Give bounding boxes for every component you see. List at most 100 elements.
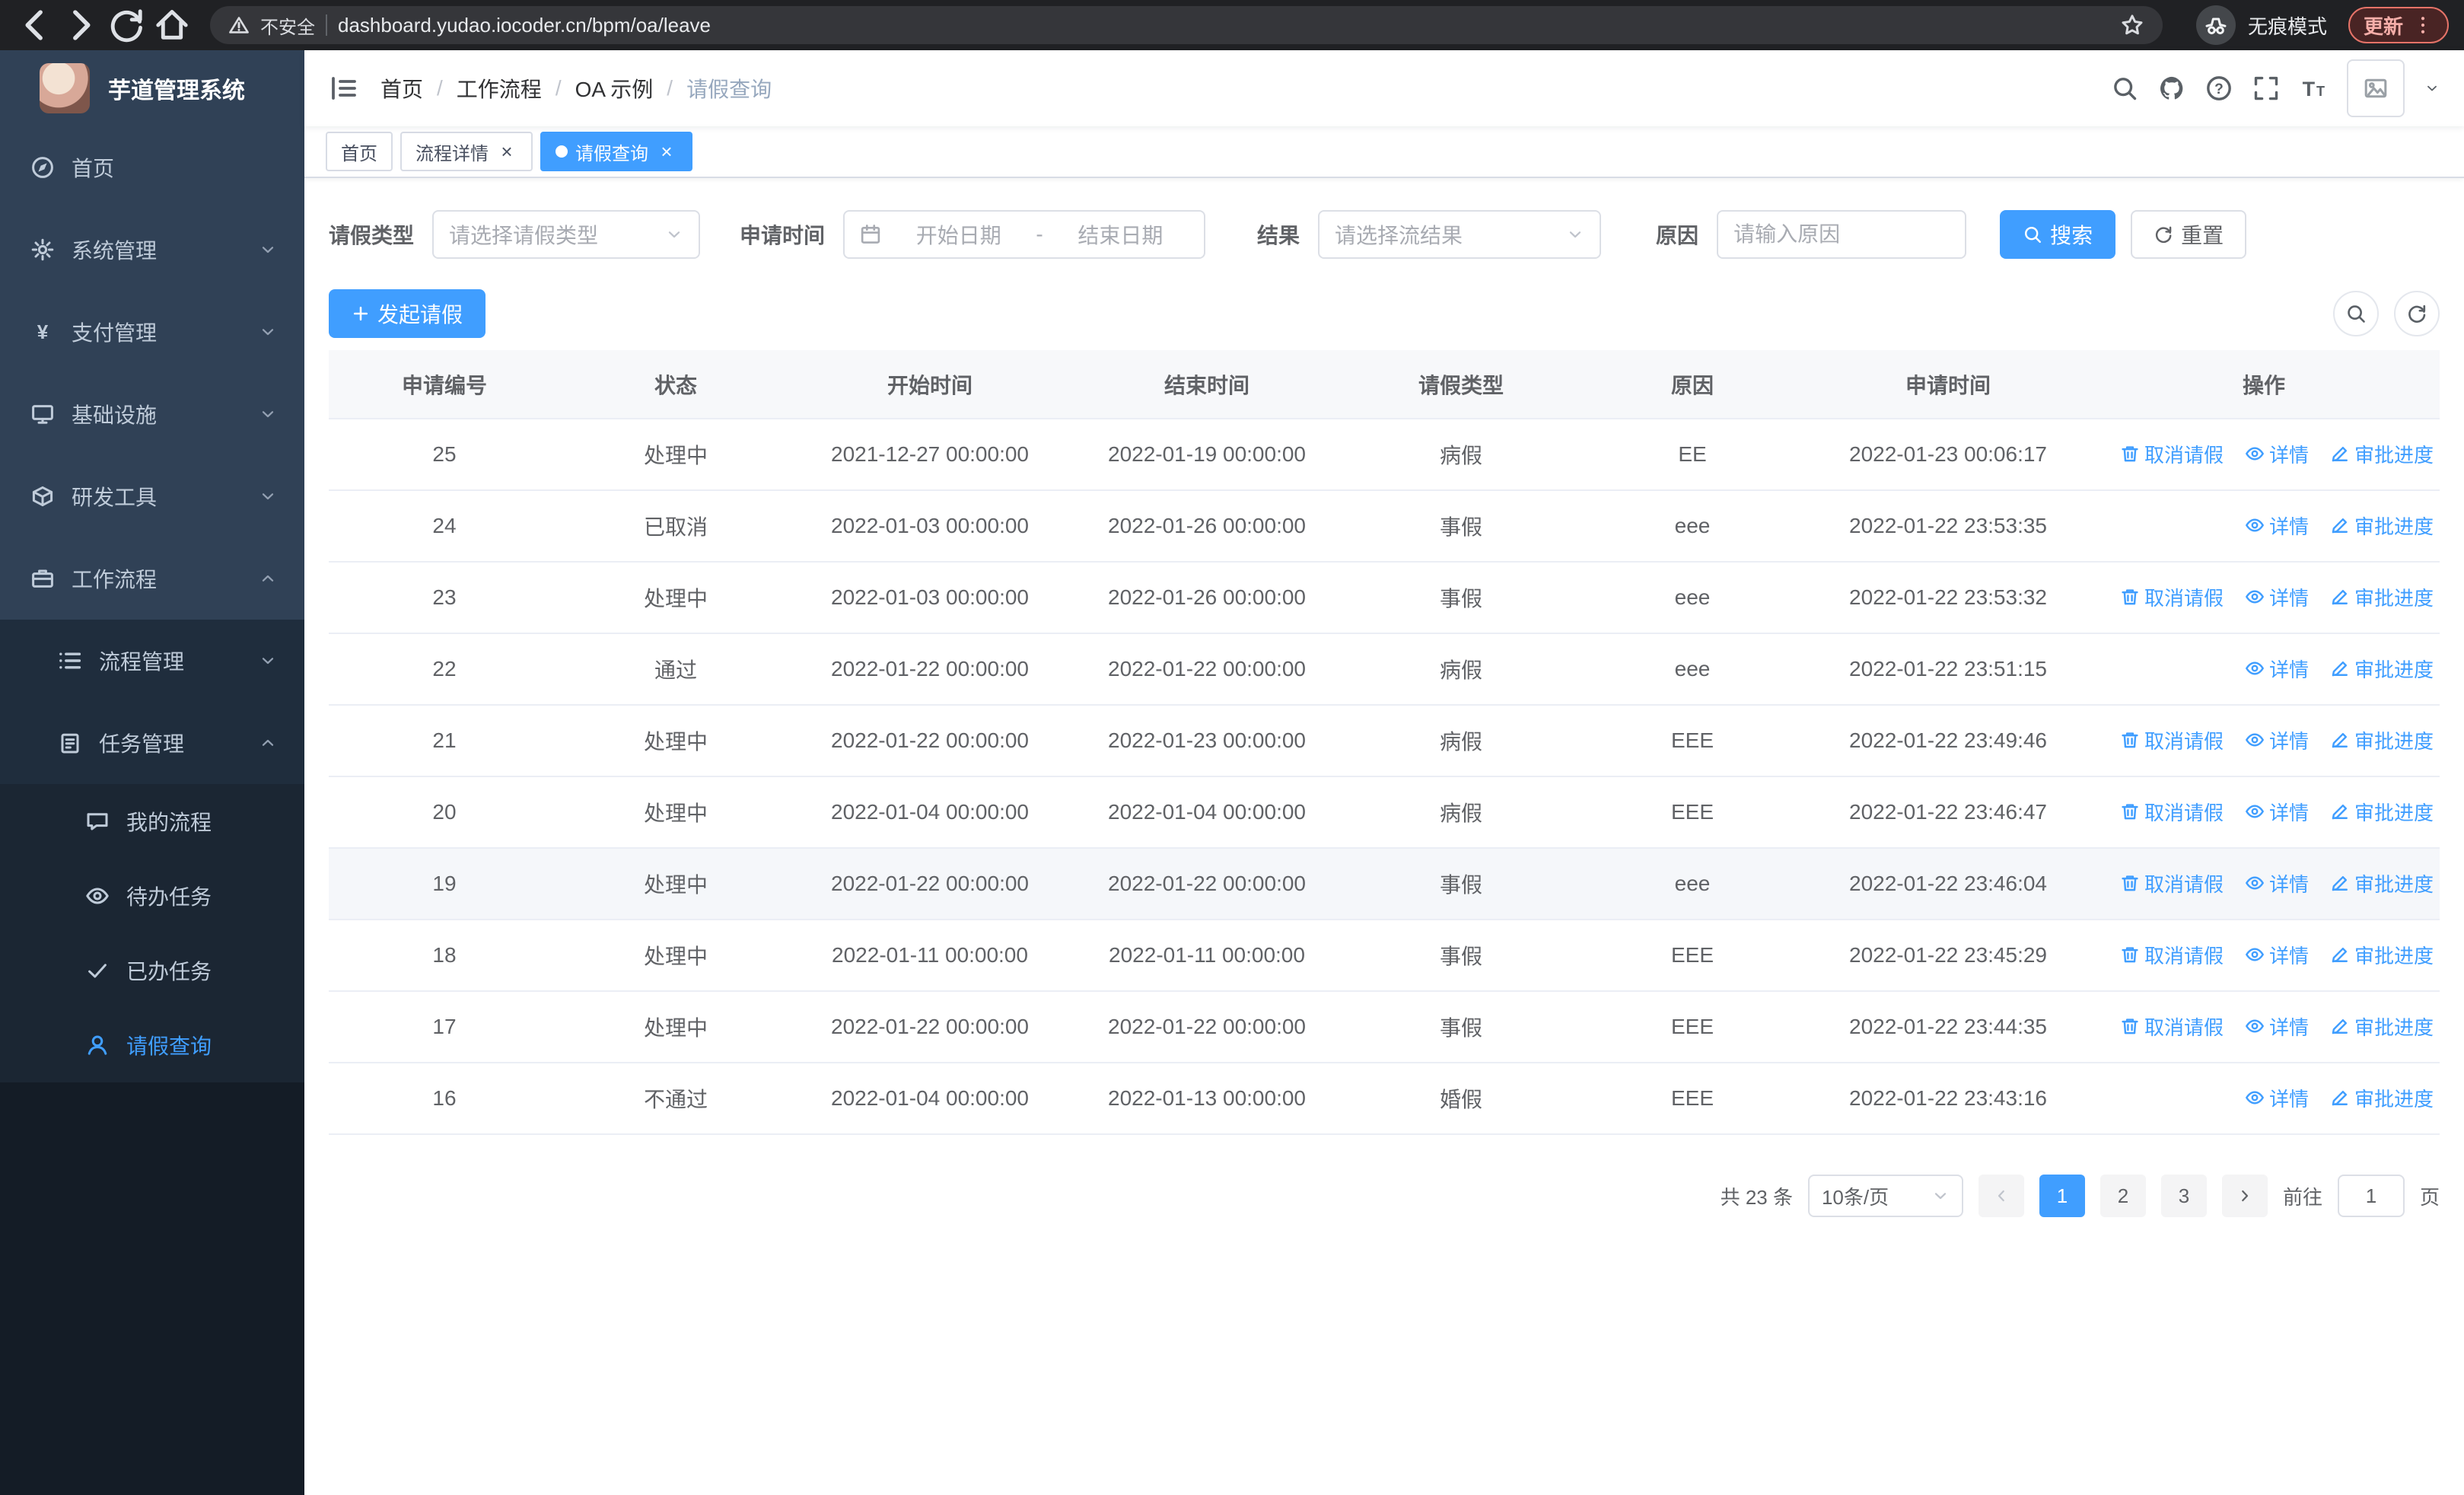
- sidebar-item-label: 系统管理: [72, 239, 158, 263]
- bookmark-star-icon[interactable]: [2120, 13, 2144, 37]
- result-select[interactable]: 请选择流结果: [1318, 210, 1602, 259]
- action-progress-link[interactable]: 审批进度: [2330, 1012, 2434, 1041]
- action-progress-link[interactable]: 审批进度: [2330, 583, 2434, 611]
- action-label: 审批进度: [2354, 872, 2434, 896]
- action-progress-link[interactable]: 审批进度: [2330, 798, 2434, 826]
- close-icon[interactable]: ×: [496, 141, 517, 162]
- action-detail-link[interactable]: 详情: [2245, 583, 2309, 611]
- trash-icon: [2120, 945, 2140, 964]
- browser-forward-button[interactable]: [61, 5, 100, 45]
- sidebar-toggle-button[interactable]: [329, 73, 359, 104]
- action-detail-link[interactable]: 详情: [2245, 1084, 2309, 1112]
- sidebar-item-dev-tools[interactable]: 研发工具: [0, 455, 304, 537]
- breadcrumb-item[interactable]: 首页: [380, 73, 423, 104]
- cell-id: 16: [329, 1063, 560, 1135]
- action-detail-link[interactable]: 详情: [2245, 512, 2309, 540]
- action-label: 详情: [2268, 729, 2309, 753]
- cell-reason: EE: [1577, 419, 1808, 491]
- action-cancel-link[interactable]: 取消请假: [2120, 583, 2224, 611]
- action-progress-link[interactable]: 审批进度: [2330, 1084, 2434, 1112]
- search-button[interactable]: 搜索: [2000, 210, 2116, 259]
- action-cancel-link[interactable]: 取消请假: [2120, 869, 2224, 897]
- sidebar-item-task-mgmt[interactable]: 任务管理: [0, 702, 304, 784]
- app-logo[interactable]: 芋道管理系统: [0, 50, 304, 126]
- action-detail-link[interactable]: 详情: [2245, 726, 2309, 754]
- end-date-input[interactable]: 结束日期: [1052, 219, 1189, 250]
- breadcrumb-item: 请假查询: [686, 78, 772, 101]
- action-cancel-link[interactable]: 取消请假: [2120, 440, 2224, 468]
- cell-start-time: 2022-01-22 00:00:00: [791, 633, 1068, 706]
- apply-time-range-picker[interactable]: 开始日期 - 结束日期: [843, 210, 1206, 259]
- browser-reload-button[interactable]: [107, 5, 146, 45]
- next-page-button[interactable]: [2221, 1175, 2268, 1217]
- sidebar-item-todo-task[interactable]: 待办任务: [0, 859, 304, 933]
- tab-leave-query[interactable]: 请假查询 ×: [540, 132, 692, 171]
- leave-type-select[interactable]: 请选择请假类型: [432, 210, 701, 259]
- sidebar-item-workflow[interactable]: 工作流程: [0, 537, 304, 620]
- action-progress-link[interactable]: 审批进度: [2330, 512, 2434, 540]
- refresh-table-button[interactable]: [2394, 291, 2440, 336]
- start-date-input[interactable]: 开始日期: [890, 219, 1027, 250]
- sidebar-item-leave-query[interactable]: 请假查询: [0, 1008, 304, 1082]
- action-cancel-link[interactable]: 取消请假: [2120, 798, 2224, 826]
- action-progress-link[interactable]: 审批进度: [2330, 726, 2434, 754]
- action-cancel-link[interactable]: 取消请假: [2120, 1012, 2224, 1041]
- page-button-2[interactable]: 2: [2099, 1175, 2146, 1217]
- action-detail-link[interactable]: 详情: [2245, 1012, 2309, 1041]
- chevron-down-icon: [259, 652, 277, 670]
- reset-button[interactable]: 重置: [2131, 210, 2247, 259]
- page-size-select[interactable]: 10条/页: [1807, 1175, 1963, 1217]
- action-detail-link[interactable]: 详情: [2245, 869, 2309, 897]
- search-icon[interactable]: [2111, 75, 2138, 102]
- action-label: 审批进度: [2354, 658, 2434, 681]
- action-detail-link[interactable]: 详情: [2245, 798, 2309, 826]
- sidebar-item-my-process[interactable]: 我的流程: [0, 784, 304, 859]
- action-detail-link[interactable]: 详情: [2245, 941, 2309, 969]
- tab-process-detail[interactable]: 流程详情 ×: [400, 132, 533, 171]
- address-bar[interactable]: 不安全 dashboard.yudao.iocoder.cn/bpm/oa/le…: [210, 6, 2163, 44]
- goto-page-input[interactable]: [2337, 1175, 2405, 1217]
- browser-update-button[interactable]: 更新: [2348, 7, 2449, 43]
- url-text: dashboard.yudao.iocoder.cn/bpm/oa/leave: [338, 13, 712, 37]
- page-button-1[interactable]: 1: [2039, 1175, 2085, 1217]
- close-icon[interactable]: ×: [656, 141, 677, 162]
- briefcase-icon: [30, 566, 55, 591]
- cell-start-time: 2021-12-27 00:00:00: [791, 419, 1068, 491]
- sidebar-item-home[interactable]: 首页: [0, 126, 304, 209]
- action-detail-link[interactable]: 详情: [2245, 655, 2309, 683]
- browser-home-button[interactable]: [152, 5, 192, 45]
- leave-type-label: 请假类型: [329, 224, 415, 247]
- font-size-icon[interactable]: TT: [2300, 75, 2327, 102]
- apply-time-label: 申请时间: [740, 224, 826, 247]
- tab-home[interactable]: 首页: [326, 132, 393, 171]
- sidebar-item-process-mgmt[interactable]: 流程管理: [0, 620, 304, 702]
- page-button-3[interactable]: 3: [2160, 1175, 2207, 1217]
- create-leave-button[interactable]: 发起请假: [329, 289, 486, 338]
- browser-back-button[interactable]: [15, 5, 55, 45]
- chevron-up-icon: [259, 569, 277, 588]
- table-row: 25 处理中 2021-12-27 00:00:00 2022-01-19 00:00…: [329, 419, 2440, 491]
- action-label: 取消请假: [2144, 801, 2224, 824]
- action-progress-link[interactable]: 审批进度: [2330, 440, 2434, 468]
- sidebar-item-done-task[interactable]: 已办任务: [0, 933, 304, 1008]
- github-icon[interactable]: [2158, 75, 2185, 102]
- sidebar-item-label: 支付管理: [72, 321, 158, 345]
- prev-page-button[interactable]: [1978, 1175, 2024, 1217]
- reason-input[interactable]: [1717, 210, 1967, 259]
- cell-actions: 取消请假 详情 审批进度: [2088, 776, 2440, 849]
- action-progress-link[interactable]: 审批进度: [2330, 869, 2434, 897]
- fullscreen-icon[interactable]: [2252, 75, 2280, 102]
- breadcrumb-item[interactable]: OA 示例: [575, 73, 654, 104]
- help-icon[interactable]: ?: [2205, 75, 2233, 102]
- action-detail-link[interactable]: 详情: [2245, 440, 2309, 468]
- sidebar-item-system-mgmt[interactable]: 系统管理: [0, 209, 304, 291]
- action-progress-link[interactable]: 审批进度: [2330, 655, 2434, 683]
- toggle-search-button[interactable]: [2333, 291, 2379, 336]
- action-cancel-link[interactable]: 取消请假: [2120, 726, 2224, 754]
- breadcrumb-item[interactable]: 工作流程: [457, 73, 542, 104]
- sidebar-item-payment-mgmt[interactable]: ¥ 支付管理: [0, 291, 304, 373]
- avatar[interactable]: [2347, 59, 2405, 117]
- action-cancel-link[interactable]: 取消请假: [2120, 941, 2224, 969]
- sidebar-item-infrastructure[interactable]: 基础设施: [0, 373, 304, 455]
- action-progress-link[interactable]: 审批进度: [2330, 941, 2434, 969]
